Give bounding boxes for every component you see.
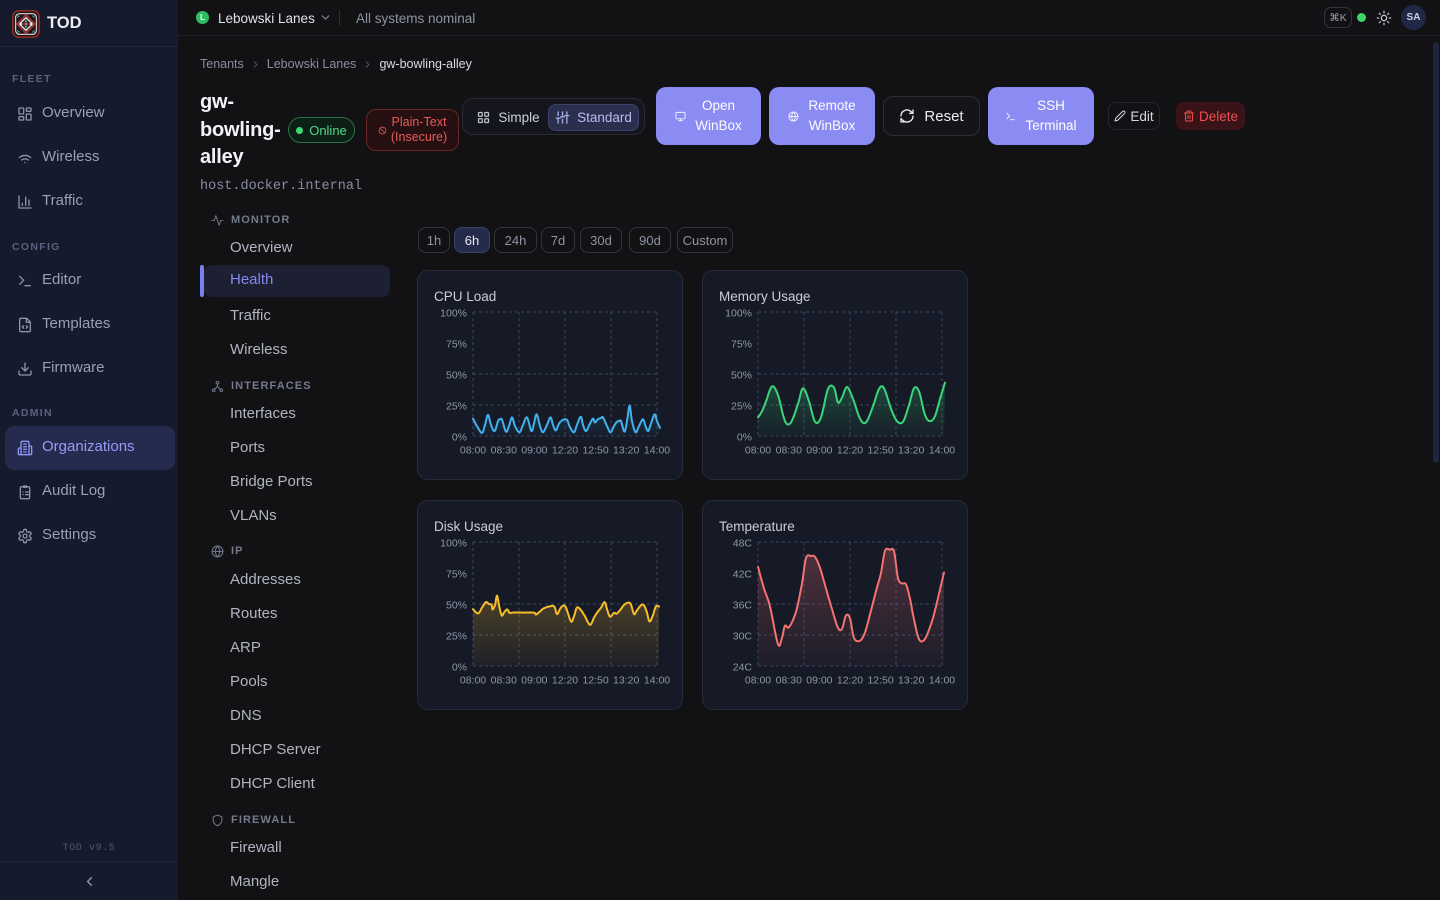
svg-text:12:20: 12:20	[552, 675, 578, 687]
svg-text:0%: 0%	[452, 662, 467, 674]
svg-text:09:00: 09:00	[806, 445, 832, 457]
svg-text:75%: 75%	[446, 569, 467, 581]
svg-text:75%: 75%	[731, 339, 752, 351]
svg-text:50%: 50%	[446, 600, 467, 612]
svg-text:48C: 48C	[733, 538, 753, 550]
svg-text:24C: 24C	[733, 662, 753, 674]
svg-text:14:00: 14:00	[644, 445, 670, 457]
svg-text:25%: 25%	[731, 401, 752, 413]
svg-text:50%: 50%	[731, 370, 752, 382]
svg-text:0%: 0%	[452, 432, 467, 444]
svg-text:12:20: 12:20	[552, 445, 578, 457]
svg-text:14:00: 14:00	[644, 675, 670, 687]
svg-text:08:00: 08:00	[745, 445, 771, 457]
svg-text:25%: 25%	[446, 631, 467, 643]
svg-text:36C: 36C	[733, 600, 753, 612]
svg-text:42C: 42C	[733, 569, 753, 581]
svg-text:100%: 100%	[440, 538, 467, 550]
svg-text:09:00: 09:00	[806, 675, 832, 687]
svg-text:12:50: 12:50	[867, 445, 893, 457]
svg-text:75%: 75%	[446, 339, 467, 351]
svg-text:08:30: 08:30	[491, 675, 517, 687]
svg-text:12:50: 12:50	[867, 675, 893, 687]
svg-text:12:20: 12:20	[837, 675, 863, 687]
svg-text:09:00: 09:00	[521, 675, 547, 687]
svg-text:08:30: 08:30	[776, 445, 802, 457]
svg-text:08:30: 08:30	[491, 445, 517, 457]
svg-text:100%: 100%	[440, 308, 467, 320]
svg-text:09:00: 09:00	[521, 445, 547, 457]
svg-text:08:30: 08:30	[776, 675, 802, 687]
svg-text:50%: 50%	[446, 370, 467, 382]
svg-text:14:00: 14:00	[929, 445, 955, 457]
svg-text:08:00: 08:00	[460, 675, 486, 687]
svg-text:13:20: 13:20	[613, 675, 639, 687]
svg-text:13:20: 13:20	[898, 675, 924, 687]
svg-text:12:50: 12:50	[582, 445, 608, 457]
svg-text:14:00: 14:00	[929, 675, 955, 687]
svg-text:100%: 100%	[725, 308, 752, 320]
svg-text:25%: 25%	[446, 401, 467, 413]
svg-text:0%: 0%	[737, 432, 752, 444]
svg-text:12:20: 12:20	[837, 445, 863, 457]
svg-text:30C: 30C	[733, 631, 753, 643]
svg-text:13:20: 13:20	[613, 445, 639, 457]
svg-text:13:20: 13:20	[898, 445, 924, 457]
svg-text:08:00: 08:00	[460, 445, 486, 457]
svg-text:12:50: 12:50	[582, 675, 608, 687]
svg-text:08:00: 08:00	[745, 675, 771, 687]
